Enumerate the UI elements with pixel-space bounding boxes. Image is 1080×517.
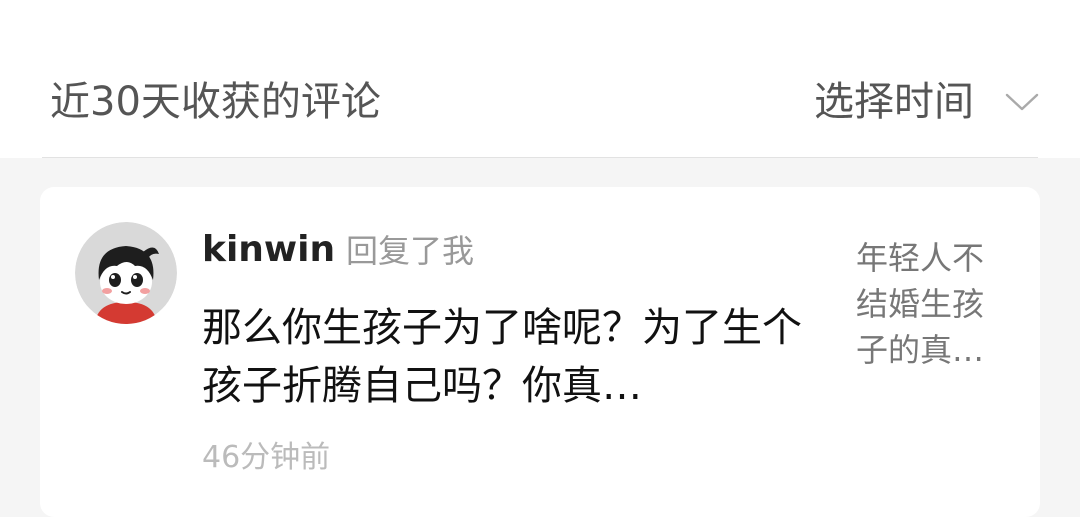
user-avatar[interactable]: [75, 222, 177, 324]
comment-username[interactable]: kinwin: [202, 229, 335, 271]
page-title: 近30天收获的评论: [50, 79, 381, 125]
article-preview[interactable]: 年轻人不结婚生孩子的真…: [856, 235, 1002, 373]
header-divider: [42, 157, 1038, 158]
cartoon-boy-avatar-icon: [75, 222, 177, 324]
comment-card[interactable]: kinwin 回复了我 那么你生孩子为了啥呢？为了生个孩子折腾自己吗？你真… 4…: [40, 187, 1040, 517]
page-header: 近30天收获的评论 选择时间: [0, 0, 1080, 158]
reply-hint: 回复了我: [346, 232, 475, 270]
comment-text[interactable]: 那么你生孩子为了啥呢？为了生个孩子折腾自己吗？你真…: [202, 299, 812, 415]
comment-timestamp: 46分钟前: [202, 440, 331, 475]
time-select-dropdown[interactable]: 选择时间: [814, 78, 1040, 126]
time-select-label: 选择时间: [814, 79, 974, 125]
chevron-down-icon: [1005, 93, 1039, 111]
